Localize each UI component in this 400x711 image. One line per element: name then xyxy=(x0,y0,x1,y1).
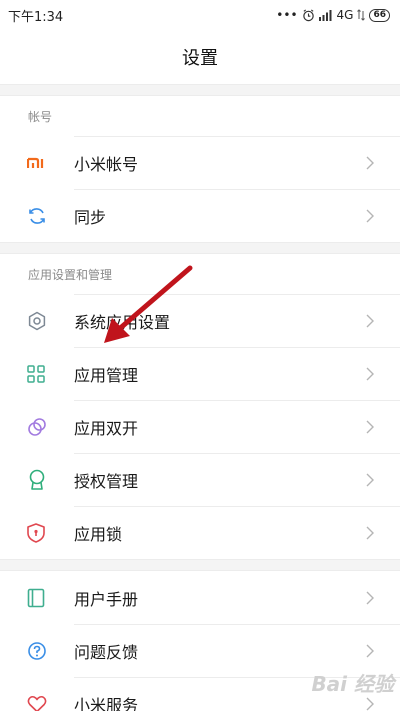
settings-item-sync[interactable]: 同步 xyxy=(0,189,400,242)
shield-lock-icon xyxy=(0,522,74,543)
chevron-right-icon xyxy=(366,526,374,540)
page-title: 设置 xyxy=(182,48,218,69)
chevron-right-icon xyxy=(366,697,374,711)
chevron-right-icon xyxy=(366,420,374,434)
chevron-right-icon xyxy=(366,591,374,604)
data-arrows-icon xyxy=(357,9,366,21)
settings-item-label: 授权管理 xyxy=(74,472,139,491)
sync-icon xyxy=(0,206,74,226)
settings-item-label: 小米帐号 xyxy=(74,155,139,174)
settings-item-label: 同步 xyxy=(74,208,107,227)
watermark: Bai 经验 xyxy=(311,672,394,696)
settings-item-label: 应用管理 xyxy=(74,366,139,385)
dual-circle-icon xyxy=(0,417,74,437)
badge-icon xyxy=(0,469,74,491)
settings-item-label: 应用双开 xyxy=(74,419,139,438)
chevron-right-icon xyxy=(366,644,374,658)
grid-icon xyxy=(0,364,74,383)
question-icon xyxy=(0,641,74,661)
settings-item-label: 小米服务 xyxy=(74,696,139,711)
battery-indicator: 66 xyxy=(369,8,390,22)
mi-logo-icon xyxy=(0,156,74,170)
settings-item-label: 系统应用设置 xyxy=(74,313,171,332)
notification-dots: ••• xyxy=(276,8,298,22)
section-header-app-settings: 应用设置和管理 xyxy=(28,267,113,282)
chevron-right-icon xyxy=(366,367,374,381)
chevron-right-icon xyxy=(366,209,374,223)
page-header: 设置 xyxy=(0,30,400,84)
chevron-right-icon xyxy=(366,156,374,170)
alarm-icon xyxy=(302,8,314,21)
chevron-right-icon xyxy=(366,473,374,487)
settings-item-mi-account[interactable]: 小米帐号 xyxy=(0,136,400,189)
chevron-right-icon xyxy=(366,314,374,328)
settings-item-permissions[interactable]: 授权管理 xyxy=(0,453,400,506)
section-header-account: 帐号 xyxy=(28,109,53,124)
settings-item-dual-apps[interactable]: 应用双开 xyxy=(0,400,400,453)
settings-item-label: 问题反馈 xyxy=(74,643,139,662)
section-divider xyxy=(0,242,400,254)
book-icon xyxy=(0,588,74,608)
network-type: 4G xyxy=(336,8,354,22)
settings-item-app-lock[interactable]: 应用锁 xyxy=(0,506,400,559)
settings-item-app-management[interactable]: 应用管理 xyxy=(0,347,400,400)
gear-icon xyxy=(0,311,74,331)
status-time: 下午1:34 xyxy=(8,9,64,25)
section-divider xyxy=(0,84,400,96)
status-bar: 下午1:34 ••• 4G 66 xyxy=(0,0,400,30)
status-icons: ••• 4G 66 xyxy=(276,8,390,22)
heart-icon xyxy=(0,695,74,711)
signal-icon xyxy=(318,10,332,21)
settings-item-user-manual[interactable]: 用户手册 xyxy=(0,571,400,624)
settings-item-label: 用户手册 xyxy=(74,589,139,609)
section-divider xyxy=(0,559,400,571)
settings-item-label: 应用锁 xyxy=(74,525,123,544)
settings-item-system-app-settings[interactable]: 系统应用设置 xyxy=(0,294,400,347)
